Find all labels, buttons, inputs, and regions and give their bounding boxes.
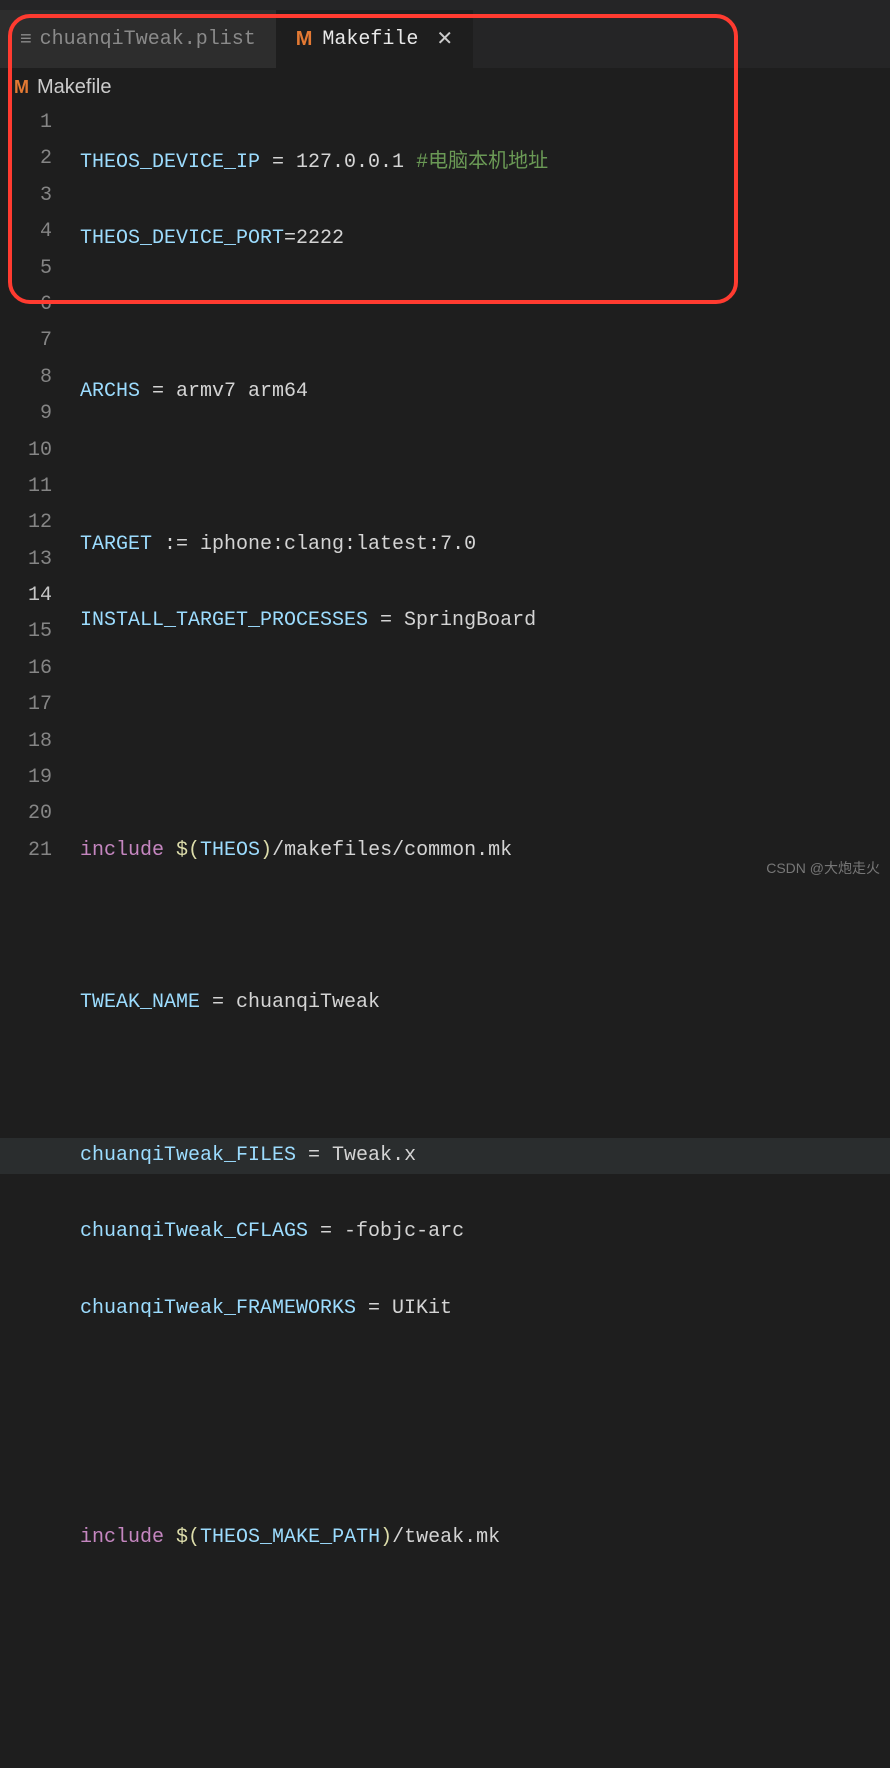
line-number: 14 [0, 578, 52, 614]
breadcrumb-label: Makefile [37, 76, 111, 99]
line-number: 19 [0, 760, 52, 796]
watermark: CSDN @大炮走火 [766, 858, 880, 878]
breadcrumb[interactable]: M Makefile [0, 68, 890, 105]
line-gutter: 1 2 3 4 5 6 7 8 9 10 11 12 13 14 15 16 1… [0, 105, 80, 1749]
file-icon: ≡ [20, 28, 30, 51]
code-line[interactable]: INSTALL_TARGET_PROCESSES = SpringBoard [80, 603, 890, 639]
makefile-icon: M [296, 28, 313, 51]
line-number: 17 [0, 687, 52, 723]
line-number: 12 [0, 505, 52, 541]
code-line[interactable]: TARGET := iphone:clang:latest:7.0 [80, 527, 890, 563]
makefile-icon: M [14, 77, 29, 98]
close-icon[interactable]: ✕ [436, 26, 453, 52]
line-number: 16 [0, 651, 52, 687]
tab-label: Makefile [322, 28, 418, 51]
top-strip [0, 0, 890, 10]
code-line[interactable] [80, 1062, 890, 1098]
code-line[interactable]: THEOS_DEVICE_PORT=2222 [80, 221, 890, 257]
line-number: 11 [0, 469, 52, 505]
line-number: 10 [0, 433, 52, 469]
editor[interactable]: 1 2 3 4 5 6 7 8 9 10 11 12 13 14 15 16 1… [0, 105, 890, 1749]
line-number: 5 [0, 251, 52, 287]
line-number: 13 [0, 542, 52, 578]
tab-bar: ≡ chuanqiTweak.plist M Makefile ✕ [0, 10, 890, 68]
code-line[interactable] [80, 909, 890, 945]
code-line[interactable] [80, 1444, 890, 1480]
code-line[interactable] [80, 298, 890, 334]
line-number: 9 [0, 396, 52, 432]
line-number: 21 [0, 833, 52, 869]
tab-chuanqitweak-plist[interactable]: ≡ chuanqiTweak.plist [0, 10, 276, 68]
line-number: 8 [0, 360, 52, 396]
tab-makefile[interactable]: M Makefile ✕ [276, 10, 473, 68]
code-line[interactable]: TWEAK_NAME = chuanqiTweak [80, 985, 890, 1021]
code-line[interactable] [80, 1596, 890, 1632]
code-line[interactable]: chuanqiTweak_CFLAGS = -fobjc-arc [80, 1214, 890, 1250]
line-number: 7 [0, 323, 52, 359]
code-area[interactable]: THEOS_DEVICE_IP = 127.0.0.1 #电脑本机地址 THEO… [80, 105, 890, 1749]
line-number: 6 [0, 287, 52, 323]
code-line[interactable] [80, 756, 890, 792]
line-number: 2 [0, 141, 52, 177]
code-line[interactable]: include $(THEOS_MAKE_PATH)/tweak.mk [80, 1520, 890, 1556]
code-line[interactable] [80, 1673, 890, 1709]
line-number: 3 [0, 178, 52, 214]
line-number: 20 [0, 796, 52, 832]
code-line[interactable]: chuanqiTweak_FILES = Tweak.x [0, 1138, 890, 1174]
code-line[interactable] [80, 680, 890, 716]
line-number: 15 [0, 614, 52, 650]
line-number: 18 [0, 724, 52, 760]
code-line[interactable] [80, 1367, 890, 1403]
code-line[interactable]: ARCHS = armv7 arm64 [80, 374, 890, 410]
code-line[interactable]: chuanqiTweak_FRAMEWORKS = UIKit [80, 1291, 890, 1327]
code-line[interactable] [80, 451, 890, 487]
code-line[interactable]: THEOS_DEVICE_IP = 127.0.0.1 #电脑本机地址 [80, 145, 890, 181]
line-number: 4 [0, 214, 52, 250]
line-number: 1 [0, 105, 52, 141]
tab-label: chuanqiTweak.plist [40, 28, 256, 51]
